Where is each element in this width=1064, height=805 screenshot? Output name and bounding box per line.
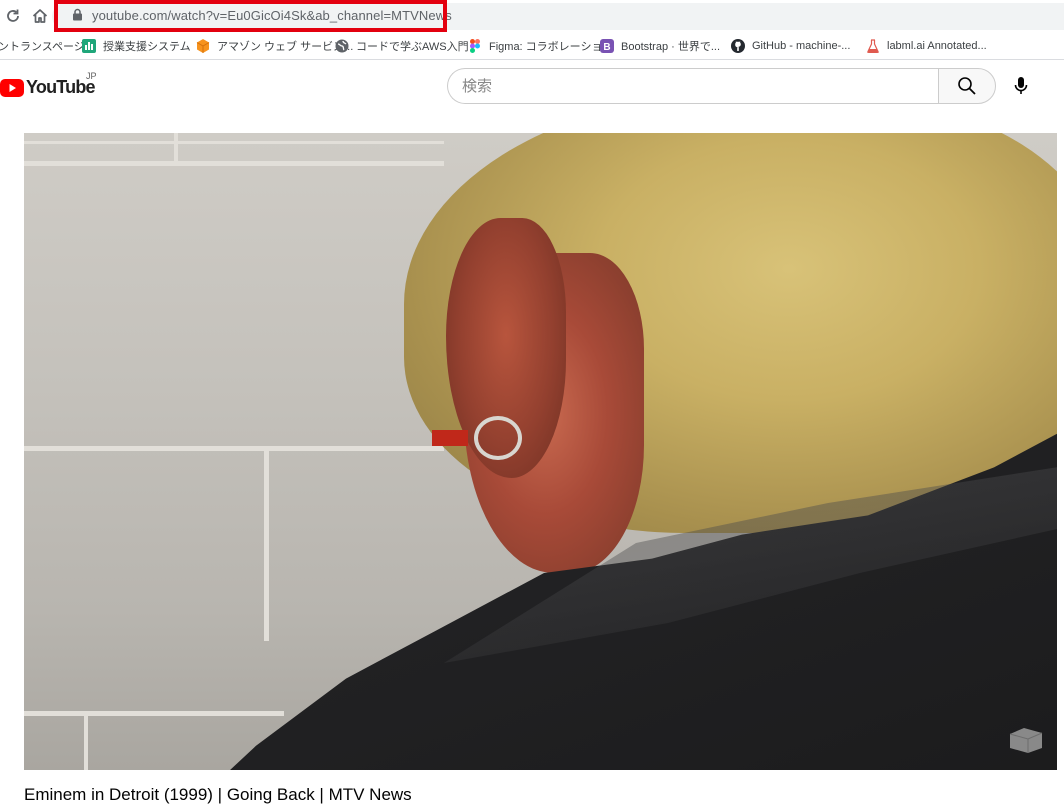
url-highlight-box (54, 0, 447, 32)
chart-icon (82, 39, 96, 53)
video-player[interactable] (24, 133, 1057, 770)
search-button[interactable] (938, 68, 996, 104)
bookmark-label: コードで学ぶAWS入門 (356, 41, 469, 53)
bookmark-labml[interactable]: labml.ai Annotated... (866, 36, 987, 56)
youtube-header: YouTube JP (0, 61, 1064, 111)
search-input[interactable] (462, 69, 922, 103)
video-frame-earring (474, 416, 522, 460)
bookmarks-bar: ントランスページ 授業支援システム アマゾン ウェブ サービス... コードで学… (0, 33, 1064, 60)
bookmark-entrance-page[interactable]: ントランスページ (0, 36, 85, 56)
logo-country-code: JP (86, 71, 97, 81)
browser-toolbar: youtube.com/watch?v=Eu0GicOi4Sk&ab_chann… (0, 0, 1064, 33)
bookmark-label: Bootstrap · 世界で... (621, 41, 721, 53)
bookmark-label: Figma: コラボレーショ... (489, 41, 612, 53)
figma-icon (468, 39, 482, 53)
bookmark-label: GitHub - machine-... (752, 40, 851, 52)
video-title: Eminem in Detroit (1999) | Going Back | … (24, 785, 412, 804)
svg-text:B: B (603, 42, 610, 53)
bookmark-label: 授業支援システム (103, 41, 191, 53)
bookmark-label: labml.ai Annotated... (887, 40, 987, 52)
bookmark-bootstrap[interactable]: B Bootstrap · 世界で... (600, 36, 720, 56)
bookmark-class-support[interactable]: 授業支援システム (82, 36, 191, 56)
aws-cube-icon (196, 39, 210, 53)
video-frame-red-tab (432, 430, 468, 446)
microphone-icon (1014, 77, 1028, 94)
bookmark-label: ントランスページ (0, 41, 85, 53)
home-icon[interactable] (29, 5, 51, 27)
bookmark-aws[interactable]: アマゾン ウェブ サービス... (196, 36, 353, 56)
flask-icon (866, 39, 880, 53)
bookmark-aws-intro[interactable]: コードで学ぶAWS入門 (335, 36, 469, 56)
github-icon (731, 39, 745, 53)
reload-icon[interactable] (2, 5, 24, 27)
bootstrap-icon: B (600, 39, 614, 53)
bookmark-figma[interactable]: Figma: コラボレーショ... (468, 36, 612, 56)
voice-search-button[interactable] (1006, 71, 1036, 101)
globe-icon (335, 39, 349, 53)
search-icon (958, 77, 976, 95)
bookmark-label: アマゾン ウェブ サービス... (217, 41, 354, 53)
search-box (447, 68, 939, 104)
logo-text: YouTube (26, 77, 96, 97)
bookmark-github[interactable]: GitHub - machine-... (731, 36, 850, 56)
mtv-watermark-icon (1008, 726, 1044, 754)
youtube-logo[interactable]: YouTube JP (0, 71, 97, 98)
youtube-play-icon (0, 78, 24, 97)
